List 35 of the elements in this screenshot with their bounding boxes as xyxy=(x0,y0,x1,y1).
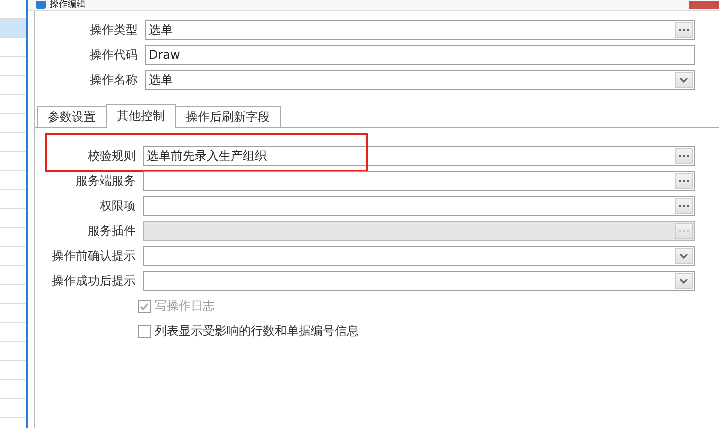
app-icon xyxy=(36,1,46,9)
ellipsis-button[interactable] xyxy=(675,198,693,214)
field-label: 校验规则 xyxy=(87,148,137,164)
checkmark-icon xyxy=(140,302,149,310)
chevron-down-icon xyxy=(680,278,688,284)
field-label: 操作代码 xyxy=(89,46,139,64)
list-row[interactable] xyxy=(0,19,26,38)
dropdown-button[interactable] xyxy=(675,72,693,88)
input-field[interactable] xyxy=(143,171,695,191)
input-field[interactable]: 选单前先录入生产组织 xyxy=(143,146,695,166)
dropdown-button[interactable] xyxy=(675,273,693,289)
ellipsis-button[interactable] xyxy=(675,173,693,189)
field-label: 操作前确认提示 xyxy=(51,248,137,264)
tab[interactable]: 其他控制 xyxy=(106,104,176,128)
dropdown-button[interactable] xyxy=(675,248,693,264)
field-label: 操作名称 xyxy=(89,72,139,88)
dropdown-field[interactable] xyxy=(143,271,695,291)
ellipsis-button[interactable] xyxy=(675,22,693,38)
field-label: 服务插件 xyxy=(87,222,137,240)
field-label: 操作类型 xyxy=(89,22,139,38)
dropdown-field[interactable]: 选单 xyxy=(145,70,695,90)
field-label: 服务端服务 xyxy=(75,172,137,190)
input-field[interactable]: 选单 xyxy=(145,20,695,40)
tab[interactable]: 参数设置 xyxy=(37,106,107,127)
dropdown-field[interactable] xyxy=(143,246,695,266)
input-field[interactable] xyxy=(143,196,695,216)
chevron-down-icon xyxy=(680,254,688,258)
field-label: 操作成功后提示 xyxy=(51,272,137,290)
tab[interactable]: 操作后刷新字段 xyxy=(175,106,281,127)
chevron-down-icon xyxy=(680,78,688,82)
close-button[interactable] xyxy=(689,1,719,9)
ellipsis-button[interactable] xyxy=(675,148,693,164)
checkbox-option[interactable]: 列表显示受影响的行数和单据编号信息 xyxy=(138,323,719,340)
input-field[interactable]: Draw xyxy=(145,45,695,65)
field-label: 权限项 xyxy=(99,198,137,214)
